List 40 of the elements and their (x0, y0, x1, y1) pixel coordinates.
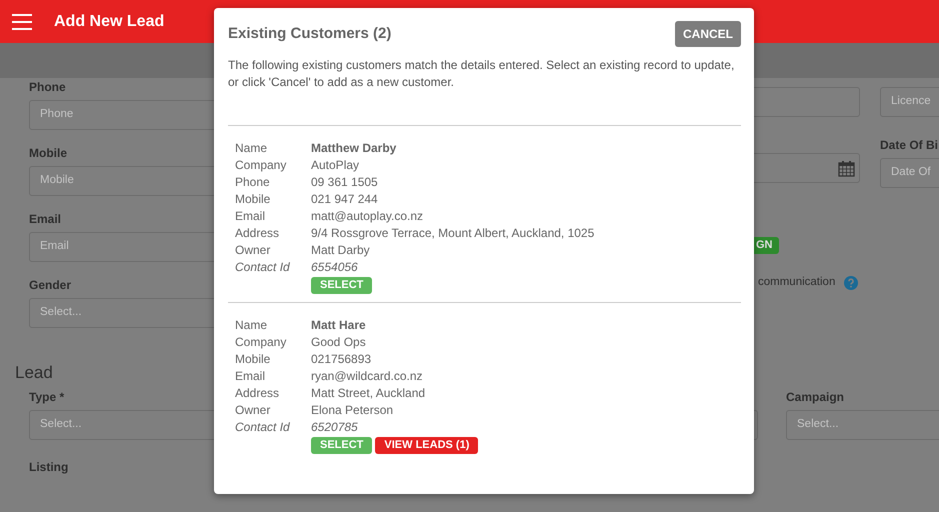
field-value: ryan@wildcard.co.nz (311, 368, 423, 385)
field-label: Phone (235, 174, 271, 191)
field-label: Mobile (29, 146, 67, 160)
cancel-button[interactable]: CANCEL (675, 21, 741, 47)
select-button[interactable]: SELECT (311, 437, 372, 454)
dialog-title: Existing Customers (2) (228, 24, 392, 44)
field-label: Type * (29, 390, 64, 404)
field-value: Good Ops (311, 334, 366, 351)
menu-icon[interactable] (12, 14, 32, 30)
field-label: Date Of Bi (880, 138, 938, 152)
field-label: Owner (235, 242, 272, 259)
select-button[interactable]: SELECT (311, 277, 372, 294)
field-label: Contact Id (235, 419, 291, 436)
field-label: Listing (29, 460, 68, 474)
dialog-message: The following existing customers match the details entered. Select an existing record to update, or click 'Cancel' to add as a new customer. (228, 57, 736, 91)
field-value: 021756893 (311, 351, 372, 368)
field-value: 6554056 (311, 259, 358, 276)
field-label: Campaign (786, 390, 844, 404)
field-label: Email (235, 368, 266, 385)
field-label: Email (29, 212, 62, 226)
input-field[interactable]: Licence (880, 87, 939, 117)
field-value: matt@autoplay.co.nz (311, 208, 424, 225)
calendar-icon[interactable] (838, 160, 855, 176)
field-label: Phone (29, 80, 66, 94)
section-heading: Lead (15, 363, 53, 383)
field-label: Gender (29, 278, 72, 292)
field-label: Contact Id (235, 259, 291, 276)
field-value: Matt Street, Auckland (311, 385, 426, 402)
field-value: Matthew Darby (311, 140, 396, 157)
consent-text: communication (758, 275, 836, 290)
field-label: Name (235, 140, 268, 157)
field-label: Email (235, 208, 266, 225)
input-field[interactable]: Date Of (880, 158, 939, 188)
campaign-badge: GN (754, 237, 778, 254)
field-label: Mobile (235, 351, 272, 368)
field-label: Address (235, 385, 280, 402)
field-label: Company (235, 334, 288, 351)
page-title: Add New Lead (54, 12, 164, 32)
input-field[interactable]: Select... (786, 410, 939, 440)
view-leads-button[interactable]: VIEW LEADS (1) (375, 437, 478, 454)
